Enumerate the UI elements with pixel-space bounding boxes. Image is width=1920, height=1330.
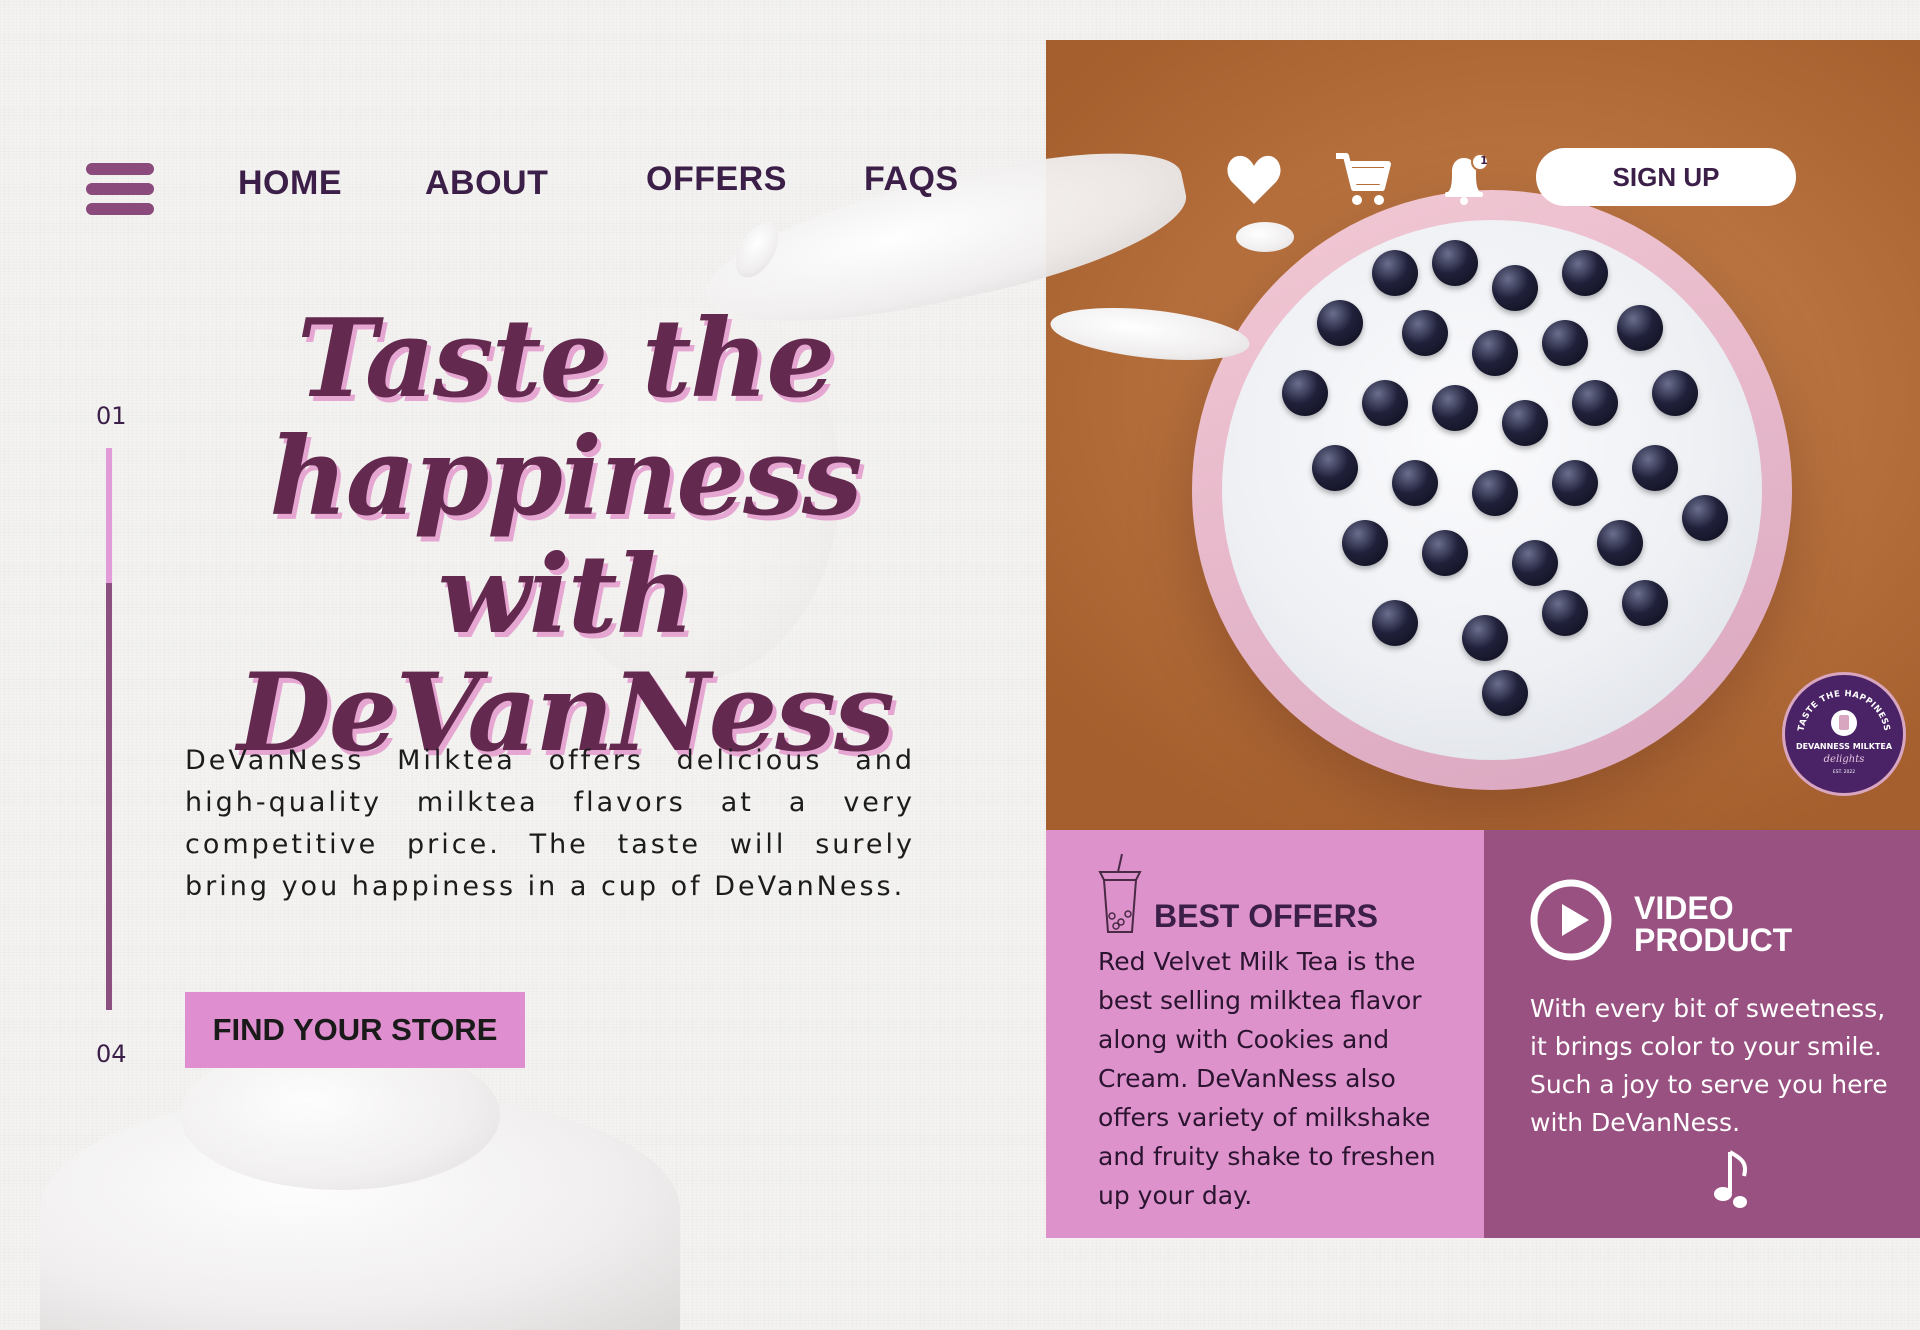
- hero-description: DeVanNess Milktea offers delicious and h…: [185, 745, 915, 902]
- tapioca-pearl: [1542, 590, 1588, 636]
- find-store-button[interactable]: FIND YOUR STORE: [185, 992, 525, 1068]
- tapioca-pearl: [1542, 320, 1588, 366]
- best-offers-text: Red Velvet Milk Tea is the best selling …: [1098, 947, 1436, 1210]
- headline-line-2: happiness with: [269, 414, 862, 658]
- play-icon[interactable]: [1529, 878, 1613, 966]
- tapioca-pearl: [1317, 300, 1363, 346]
- tapioca-pearl: [1502, 400, 1548, 446]
- badge-script: delights: [1824, 754, 1865, 765]
- tapioca-pearl: [1552, 460, 1598, 506]
- badge-est: EST. 2022: [1833, 769, 1855, 775]
- heart-icon[interactable]: [1226, 154, 1282, 210]
- tapioca-pearl: [1597, 520, 1643, 566]
- tapioca-pearl: [1622, 580, 1668, 626]
- tapioca-pearl: [1562, 250, 1608, 296]
- tapioca-pearl: [1462, 615, 1508, 661]
- signup-button[interactable]: SIGN UP: [1536, 148, 1796, 206]
- tapioca-pearl: [1282, 370, 1328, 416]
- tapioca-pearl: [1372, 250, 1418, 296]
- video-title-line-1: VIDEO: [1634, 890, 1734, 926]
- best-offers-title: BEST OFFERS: [1154, 898, 1379, 934]
- video-title-line-2: PRODUCT: [1634, 922, 1793, 958]
- milk-tea-surface: [1222, 220, 1762, 760]
- tapioca-pearl: [1492, 265, 1538, 311]
- video-product-title: VIDEO PRODUCT: [1634, 892, 1792, 956]
- headline-line-1: Taste the: [296, 296, 835, 422]
- tapioca-pearl: [1652, 370, 1698, 416]
- tapioca-pearl: [1617, 305, 1663, 351]
- tapioca-pearl: [1512, 540, 1558, 586]
- tapioca-pearl: [1432, 240, 1478, 286]
- tapioca-pearl: [1312, 445, 1358, 491]
- milk-drop: [1236, 222, 1294, 252]
- best-offers-card: BEST OFFERS Red Velvet Milk Tea is the b…: [1046, 830, 1484, 1238]
- bubble-tea-icon: [1096, 853, 1144, 940]
- hero-headline: Taste the happiness with DeVanNess: [130, 300, 1000, 772]
- pager-total: 04: [96, 1040, 127, 1068]
- tapioca-pearl: [1372, 600, 1418, 646]
- tapioca-pearl: [1392, 460, 1438, 506]
- notification-count: 1: [1480, 154, 1488, 167]
- video-product-text: With every bit of sweetness, it brings c…: [1530, 994, 1888, 1137]
- nav-about[interactable]: ABOUT: [425, 164, 548, 203]
- cart-icon[interactable]: [1334, 150, 1392, 212]
- video-product-card: VIDEO PRODUCT With every bit of sweetnes…: [1484, 830, 1920, 1238]
- tapioca-pearl: [1422, 530, 1468, 576]
- nav-faqs[interactable]: FAQS: [864, 160, 959, 199]
- tapioca-pearl: [1342, 520, 1388, 566]
- tapioca-pearl: [1682, 495, 1728, 541]
- music-note-icon: [1710, 1148, 1754, 1214]
- brand-badge-logo: TASTE THE HAPPINESS DEVANNESS MILKTEA de…: [1782, 672, 1906, 796]
- tapioca-pearl: [1472, 330, 1518, 376]
- menu-icon[interactable]: [86, 163, 154, 215]
- nav-home[interactable]: HOME: [238, 164, 342, 203]
- tapioca-pearl: [1402, 310, 1448, 356]
- tapioca-pearl: [1472, 470, 1518, 516]
- tapioca-pearl: [1362, 380, 1408, 426]
- nav-offers[interactable]: OFFERS: [646, 160, 787, 199]
- tapioca-pearl: [1572, 380, 1618, 426]
- tapioca-pearl: [1482, 670, 1528, 716]
- tapioca-pearl: [1432, 385, 1478, 431]
- badge-brand: DEVANNESS MILKTEA: [1796, 742, 1893, 751]
- tapioca-pearl: [1632, 445, 1678, 491]
- pager-indicator: [106, 448, 112, 583]
- pager-current: 01: [96, 402, 127, 430]
